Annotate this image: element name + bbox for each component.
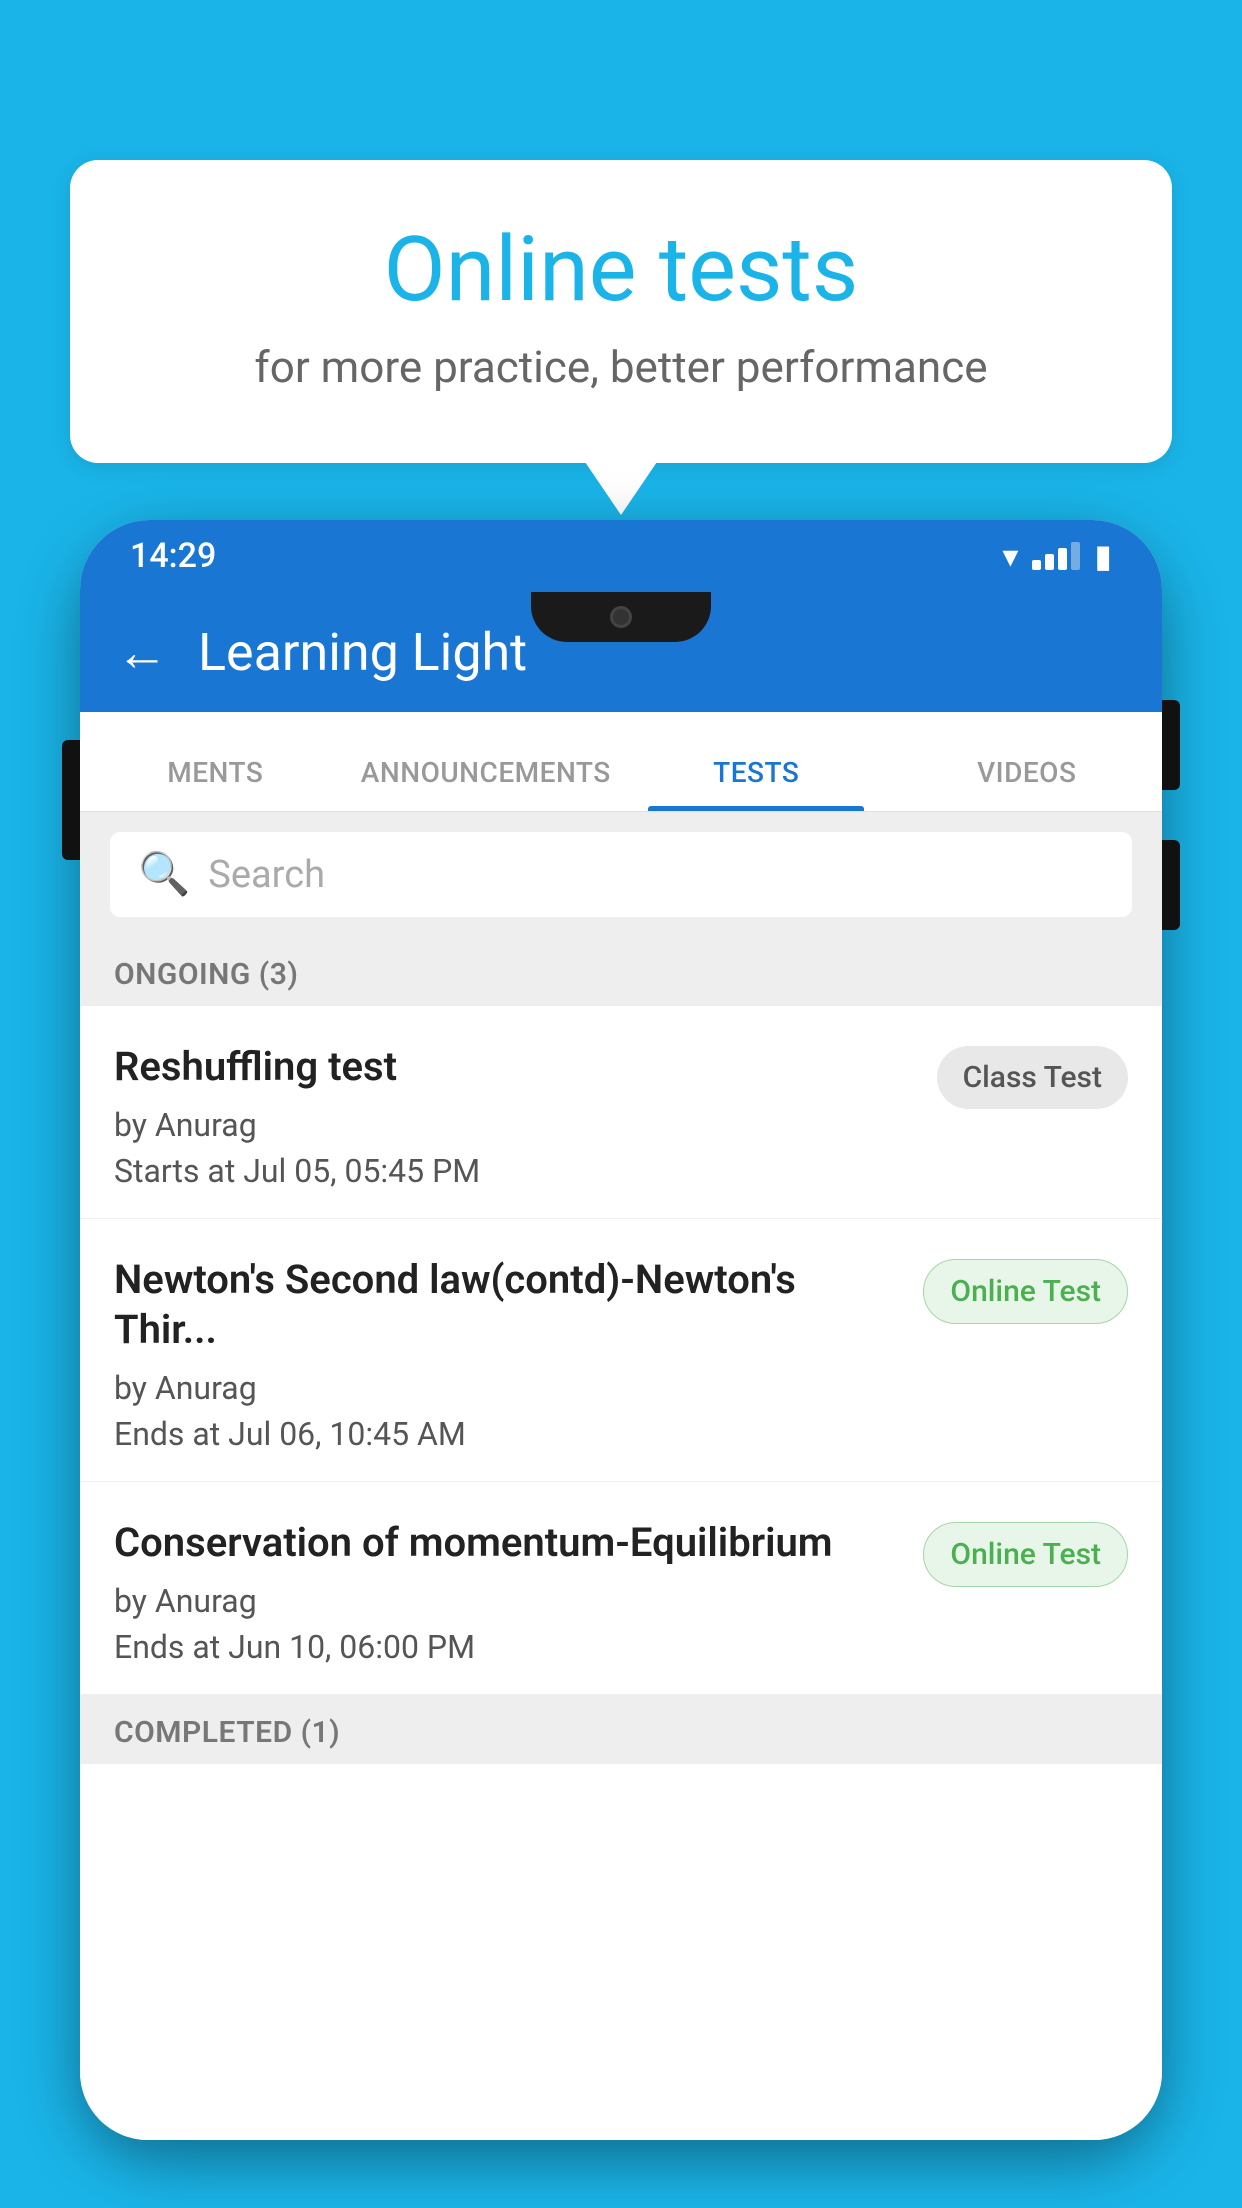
phone-screen: 14:29 ▾ ▮ ← Learning Light MENTS ANNOUNC… [80, 520, 1162, 2140]
tab-tests[interactable]: TESTS [621, 756, 892, 811]
test-content: Conservation of momentum-Equilibrium by … [114, 1518, 903, 1666]
test-item[interactable]: Reshuffling test by Anurag Starts at Jul… [80, 1006, 1162, 1219]
test-content: Newton's Second law(contd)-Newton's Thir… [114, 1255, 903, 1453]
test-badge-online: Online Test [923, 1259, 1128, 1324]
test-author: by Anurag [114, 1369, 903, 1407]
signal-icon [1032, 542, 1080, 570]
search-input[interactable]: Search [208, 853, 325, 897]
test-name: Newton's Second law(contd)-Newton's Thir… [114, 1255, 903, 1355]
phone-outer: 14:29 ▾ ▮ ← Learning Light MENTS ANNOUNC… [80, 520, 1162, 2140]
tab-announcements[interactable]: ANNOUNCEMENTS [351, 756, 622, 811]
speech-bubble-title: Online tests [150, 220, 1092, 319]
phone-wrapper: 14:29 ▾ ▮ ← Learning Light MENTS ANNOUNC… [80, 520, 1162, 2208]
status-time: 14:29 [130, 536, 216, 576]
wifi-icon: ▾ [1002, 537, 1018, 575]
tab-videos[interactable]: VIDEOS [892, 756, 1163, 811]
tabs-container: MENTS ANNOUNCEMENTS TESTS VIDEOS [80, 712, 1162, 812]
phone-notch [531, 592, 711, 642]
test-item[interactable]: Newton's Second law(contd)-Newton's Thir… [80, 1219, 1162, 1482]
speech-bubble: Online tests for more practice, better p… [70, 160, 1172, 463]
test-author: by Anurag [114, 1582, 903, 1620]
battery-icon: ▮ [1094, 537, 1112, 575]
test-name: Reshuffling test [114, 1042, 917, 1092]
test-name: Conservation of momentum-Equilibrium [114, 1518, 903, 1568]
test-date: Starts at Jul 05, 05:45 PM [114, 1152, 917, 1190]
speech-bubble-container: Online tests for more practice, better p… [70, 160, 1172, 463]
back-button[interactable]: ← [116, 622, 168, 683]
ongoing-section-header: ONGOING (3) [80, 937, 1162, 1006]
test-list: Reshuffling test by Anurag Starts at Jul… [80, 1006, 1162, 2140]
speech-bubble-subtitle: for more practice, better performance [150, 341, 1092, 393]
status-bar: 14:29 ▾ ▮ [80, 520, 1162, 592]
search-container: 🔍 Search [80, 812, 1162, 937]
app-title: Learning Light [198, 622, 527, 683]
test-content: Reshuffling test by Anurag Starts at Jul… [114, 1042, 917, 1190]
test-item[interactable]: Conservation of momentum-Equilibrium by … [80, 1482, 1162, 1695]
test-badge-class: Class Test [937, 1046, 1128, 1109]
search-input-wrapper[interactable]: 🔍 Search [110, 832, 1132, 917]
test-badge-online-2: Online Test [923, 1522, 1128, 1587]
status-icons: ▾ ▮ [1002, 537, 1112, 575]
completed-section-header: COMPLETED (1) [80, 1695, 1162, 1764]
test-date: Ends at Jun 10, 06:00 PM [114, 1628, 903, 1666]
tab-ments[interactable]: MENTS [80, 756, 351, 811]
camera-icon [610, 606, 632, 628]
search-icon: 🔍 [138, 850, 190, 899]
test-date: Ends at Jul 06, 10:45 AM [114, 1415, 903, 1453]
test-author: by Anurag [114, 1106, 917, 1144]
